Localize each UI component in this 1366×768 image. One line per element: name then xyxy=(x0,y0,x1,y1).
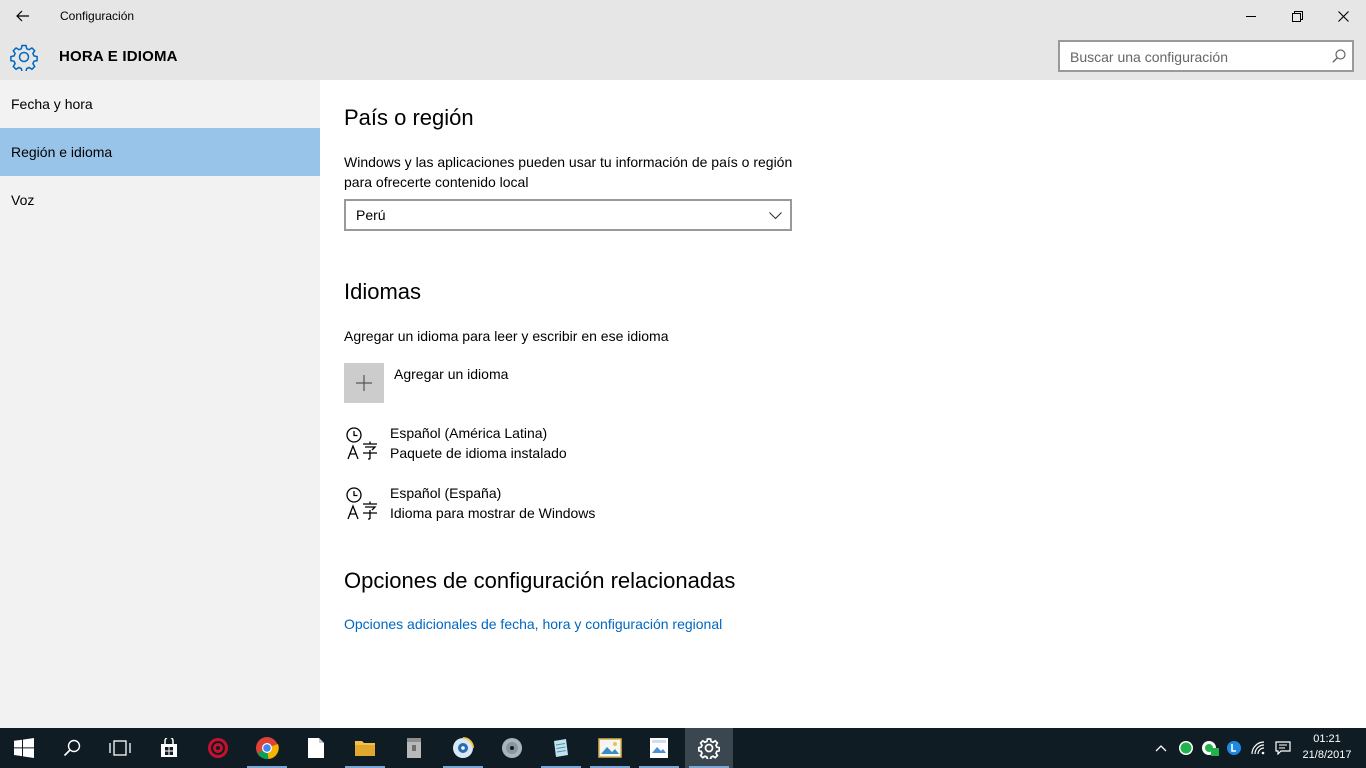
network-button[interactable] xyxy=(1248,728,1270,768)
folder-icon xyxy=(355,741,375,756)
picture-viewer-icon xyxy=(650,738,668,758)
task-view-icon xyxy=(109,740,131,756)
close-button[interactable] xyxy=(1320,0,1366,32)
file-app[interactable] xyxy=(292,728,340,768)
image-icon xyxy=(598,738,622,758)
language-status: Idioma para mostrar de Windows xyxy=(390,505,596,521)
back-button[interactable] xyxy=(0,0,46,32)
languages-description: Agregar un idioma para leer y escribir e… xyxy=(344,328,669,344)
notifications-icon xyxy=(1275,741,1291,755)
task-view-button[interactable] xyxy=(96,728,144,768)
sidebar-item-fecha-y-hora[interactable]: Fecha y hora xyxy=(0,80,320,128)
search-taskbar-button[interactable] xyxy=(48,728,96,768)
disc-icon xyxy=(502,738,522,758)
language-name: Español (América Latina) xyxy=(390,425,548,441)
file-explorer-app[interactable] xyxy=(341,728,389,768)
window-title: Configuración xyxy=(60,9,135,23)
settings-app[interactable] xyxy=(685,728,733,768)
store-icon xyxy=(161,738,177,757)
language-name: Español (España) xyxy=(390,485,502,501)
languages-heading: Idiomas xyxy=(344,279,422,304)
chrome-app[interactable] xyxy=(243,728,291,768)
chrome-icon xyxy=(256,737,279,760)
blue-status-icon xyxy=(1227,741,1241,755)
search-icon xyxy=(63,739,81,757)
additional-regional-settings-link[interactable]: Opciones adicionales de fecha, hora y co… xyxy=(344,616,722,632)
taskbar: 01:21 21/8/2017 xyxy=(0,728,1366,768)
main-content: País o región Windows y las aplicaciones… xyxy=(320,80,1366,728)
restore-button[interactable] xyxy=(1274,0,1320,32)
sync-icon xyxy=(1202,741,1219,756)
language-item[interactable]: Español (América Latina) Paquete de idio… xyxy=(344,425,844,469)
related-settings-heading: Opciones de configuración relacionadas xyxy=(344,568,736,593)
store-app[interactable] xyxy=(145,728,193,768)
tray-blue-status[interactable] xyxy=(1222,728,1246,768)
show-hidden-icons-button[interactable] xyxy=(1150,728,1172,768)
country-dropdown[interactable]: Perú xyxy=(344,199,792,231)
gear-icon xyxy=(698,738,720,759)
close-icon xyxy=(1337,10,1349,22)
document-icon xyxy=(308,738,324,758)
search-box[interactable]: Buscar una configuración xyxy=(1058,40,1354,72)
tray-sync-status[interactable] xyxy=(1198,728,1222,768)
language-icon xyxy=(346,487,377,520)
back-arrow-icon xyxy=(16,10,29,22)
sidebar-item-label: Región e idioma xyxy=(11,144,113,160)
app-viewer-button[interactable] xyxy=(635,728,683,768)
add-language-label[interactable]: Agregar un idioma xyxy=(394,366,508,382)
wifi-icon xyxy=(1251,741,1265,755)
minimize-button[interactable] xyxy=(1228,0,1274,32)
settings-header: HORA E IDIOMA Buscar una configuración xyxy=(0,32,1366,80)
title-bar: Configuración xyxy=(0,0,1366,32)
red-gear-app-icon xyxy=(208,738,228,758)
page-title: HORA E IDIOMA xyxy=(59,48,178,65)
app-photos-button[interactable] xyxy=(586,728,634,768)
restore-icon xyxy=(1291,10,1303,22)
windows-logo-icon xyxy=(14,738,34,758)
search-icon[interactable] xyxy=(1332,49,1346,63)
language-item[interactable]: Español (España) Idioma para mostrar de … xyxy=(344,485,844,529)
language-status: Paquete de idioma instalado xyxy=(390,445,567,461)
app-red-icon-button[interactable] xyxy=(194,728,242,768)
action-center-button[interactable] xyxy=(1272,728,1294,768)
search-input[interactable]: Buscar una configuración xyxy=(1070,49,1228,65)
clock-time: 01:21 xyxy=(1313,733,1341,745)
region-heading: País o región xyxy=(344,105,474,130)
notepad-icon xyxy=(554,739,568,757)
chevron-down-icon xyxy=(769,212,782,220)
language-icon xyxy=(346,427,377,460)
sidebar-item-label: Fecha y hora xyxy=(11,96,93,112)
gear-icon xyxy=(10,44,38,71)
tray-green-status[interactable] xyxy=(1174,728,1198,768)
country-dropdown-value: Perú xyxy=(356,207,386,223)
add-language-button[interactable] xyxy=(344,363,384,403)
clock[interactable]: 01:21 21/8/2017 xyxy=(1296,731,1358,763)
sidebar: Fecha y hora Región e idioma Voz xyxy=(0,80,320,728)
chevron-up-icon xyxy=(1155,745,1167,752)
archive-icon xyxy=(407,738,421,758)
sidebar-item-region-e-idioma[interactable]: Región e idioma xyxy=(0,128,320,176)
minimize-icon xyxy=(1246,16,1256,17)
sidebar-item-voz[interactable]: Voz xyxy=(0,176,320,224)
green-status-icon xyxy=(1179,741,1193,755)
app-media-button[interactable] xyxy=(439,728,487,768)
sidebar-item-label: Voz xyxy=(11,192,35,208)
app-archive-button[interactable] xyxy=(390,728,438,768)
start-button[interactable] xyxy=(0,728,48,768)
region-description: Windows y las aplicaciones pueden usar t… xyxy=(344,154,793,190)
media-disc-icon xyxy=(453,737,474,758)
app-disc-button[interactable] xyxy=(488,728,536,768)
clock-date: 21/8/2017 xyxy=(1302,749,1352,761)
plus-icon xyxy=(356,375,372,391)
app-notes-button[interactable] xyxy=(537,728,585,768)
